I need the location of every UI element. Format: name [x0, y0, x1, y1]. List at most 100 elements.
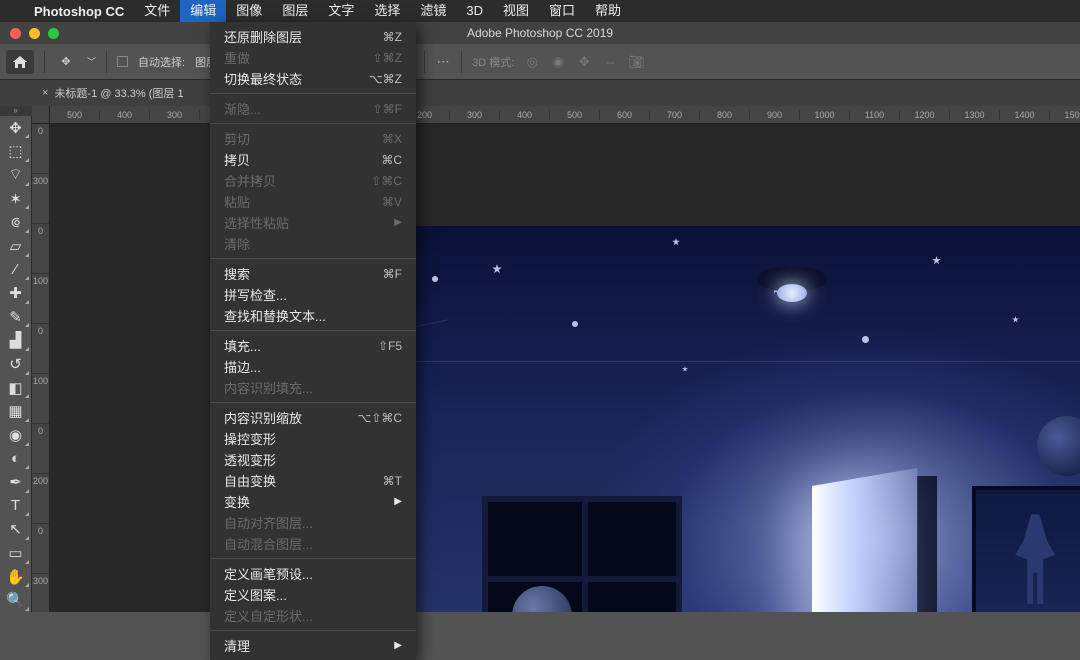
marquee-tool[interactable]: ⬚: [2, 139, 30, 163]
ruler-vertical[interactable]: 030001000100020003000400050006000: [32, 124, 50, 612]
menu-item-label: 拼写检查...: [224, 285, 287, 304]
eyedropper-tool[interactable]: ⁄: [2, 258, 30, 282]
path-select-tool[interactable]: ↖: [2, 517, 30, 541]
dodge-tool[interactable]: ◐: [2, 447, 30, 471]
ruler-horizontal[interactable]: 5004003002001000100200300400500600700800…: [50, 106, 1080, 124]
blur-tool[interactable]: ◉: [2, 423, 30, 447]
frame-tool[interactable]: ▱: [2, 234, 30, 258]
menu-item-剪切: 剪切⌘X: [210, 128, 416, 149]
menu-item-合并拷贝: 合并拷贝⇧⌘C: [210, 170, 416, 191]
menu-item-label: 定义画笔预设...: [224, 564, 313, 583]
shortcut-label: ⇧F5: [378, 339, 402, 353]
window-titlebar: Adobe Photoshop CC 2019: [0, 22, 1080, 44]
brush-tool[interactable]: ✎: [2, 305, 30, 329]
3d-slide-icon[interactable]: ⇔: [602, 54, 618, 70]
divider: [106, 51, 107, 73]
healing-tool[interactable]: ✚: [2, 281, 30, 305]
shortcut-label: ⌘F: [383, 267, 402, 281]
move-tool-icon[interactable]: ✥: [55, 51, 77, 73]
menu-item-label: 描边...: [224, 357, 261, 376]
menu-窗口[interactable]: 窗口: [539, 0, 585, 22]
menu-item-拼写检查[interactable]: 拼写检查...: [210, 284, 416, 305]
zoom-window-button[interactable]: [48, 28, 59, 39]
menu-item-label: 变换: [224, 492, 250, 511]
shortcut-label: ⌥⌘Z: [369, 72, 402, 86]
close-window-button[interactable]: [10, 28, 21, 39]
menu-item-切换最终状态[interactable]: 切换最终状态⌥⌘Z: [210, 68, 416, 89]
menu-item-label: 拷贝: [224, 150, 250, 169]
ruler-origin[interactable]: [32, 106, 50, 124]
hand-tool[interactable]: ✋: [2, 565, 30, 589]
document-tab[interactable]: × 未标题-1 @ 33.3% (图层 1: [34, 80, 192, 106]
crop-tool[interactable]: ⟃: [2, 210, 30, 234]
menu-3D[interactable]: 3D: [456, 0, 493, 22]
close-tab-icon[interactable]: ×: [42, 87, 48, 99]
menu-item-变换[interactable]: 变换▶: [210, 491, 416, 512]
3d-mode-label: 3D 模式:: [472, 54, 514, 70]
menu-滤镜[interactable]: 滤镜: [410, 0, 456, 22]
auto-select-checkbox[interactable]: [117, 56, 128, 67]
menu-item-搜索[interactable]: 搜索⌘F: [210, 263, 416, 284]
menu-item-label: 定义图案...: [224, 585, 287, 604]
minimize-window-button[interactable]: [29, 28, 40, 39]
menu-item-label: 选择性粘贴: [224, 213, 289, 232]
menu-item-定义画笔预设[interactable]: 定义画笔预设...: [210, 563, 416, 584]
menu-文字[interactable]: 文字: [318, 0, 364, 22]
menu-编辑[interactable]: 编辑: [180, 0, 226, 22]
menu-item-拷贝[interactable]: 拷贝 ⌘C: [210, 149, 416, 170]
menu-item-填充[interactable]: 填充...⇧F5: [210, 335, 416, 356]
menu-item-label: 重做: [224, 48, 250, 67]
app-name[interactable]: Photoshop CC: [24, 4, 134, 19]
move-tool[interactable]: ✥: [2, 116, 30, 140]
menu-item-还原删除图层[interactable]: 还原删除图层⌘Z: [210, 26, 416, 47]
history-brush-tool[interactable]: ↺: [2, 352, 30, 376]
shortcut-label: ⌘V: [382, 195, 402, 209]
zoom-tool[interactable]: 🔍: [2, 588, 30, 612]
menu-item-label: 还原删除图层: [224, 27, 302, 46]
menu-文件[interactable]: 文件: [134, 0, 180, 22]
menu-item-操控变形[interactable]: 操控变形: [210, 428, 416, 449]
menu-图层[interactable]: 图层: [272, 0, 318, 22]
3d-camera-icon[interactable]: 📷︎: [628, 54, 644, 70]
menu-选择[interactable]: 选择: [364, 0, 410, 22]
menu-item-label: 自由变换: [224, 471, 276, 490]
edit-menu-dropdown: 还原删除图层⌘Z重做⇧⌘Z切换最终状态⌥⌘Z渐隐...⇧⌘F剪切⌘X拷贝⌘C合并…: [210, 22, 416, 660]
menu-item-粘贴: 粘贴 ⌘V: [210, 191, 416, 212]
traffic-lights: [0, 28, 59, 39]
quick-select-tool[interactable]: ✶: [2, 187, 30, 211]
tool-preset-dropdown[interactable]: ﹀: [87, 55, 96, 68]
menu-item-label: 内容识别缩放: [224, 408, 302, 427]
menu-item-label: 粘贴: [224, 192, 250, 211]
lasso-tool[interactable]: ⌔: [2, 163, 30, 187]
menu-item-透视变形[interactable]: 透视变形: [210, 449, 416, 470]
shortcut-label: ⌘X: [382, 132, 402, 146]
menu-item-自由变换[interactable]: 自由变换⌘T: [210, 470, 416, 491]
menu-item-查找和替换文本[interactable]: 查找和替换文本...: [210, 305, 416, 326]
menu-item-描边[interactable]: 描边...: [210, 356, 416, 377]
shape-tool[interactable]: ▭: [2, 541, 30, 565]
menu-图像[interactable]: 图像: [226, 0, 272, 22]
divider: [461, 51, 462, 73]
shortcut-label: ⌘C: [381, 153, 402, 167]
menu-item-清理[interactable]: 清理▶: [210, 635, 416, 656]
3d-pan-icon[interactable]: ✥: [576, 54, 592, 70]
mac-menubar: Photoshop CC 文件编辑图像图层文字选择滤镜3D视图窗口帮助: [0, 0, 1080, 22]
menu-item-内容识别填充: 内容识别填充...: [210, 377, 416, 398]
home-button[interactable]: [6, 50, 34, 74]
window-title: Adobe Photoshop CC 2019: [467, 26, 613, 40]
type-tool[interactable]: T: [2, 494, 30, 518]
menu-item-label: 合并拷贝: [224, 171, 276, 190]
menu-帮助[interactable]: 帮助: [585, 0, 631, 22]
collapse-tools-icon[interactable]: »: [0, 106, 32, 116]
eraser-tool[interactable]: ◧: [2, 376, 30, 400]
gradient-tool[interactable]: ▦: [2, 399, 30, 423]
menu-item-定义图案[interactable]: 定义图案...: [210, 584, 416, 605]
3d-orbit-icon[interactable]: ◎: [524, 54, 540, 70]
canvas-area[interactable]: 5004003002001000100200300400500600700800…: [32, 106, 1080, 612]
3d-roll-icon[interactable]: ◉: [550, 54, 566, 70]
pen-tool[interactable]: ✒: [2, 470, 30, 494]
menu-视图[interactable]: 视图: [493, 0, 539, 22]
more-icon[interactable]: ⋯: [435, 54, 451, 70]
clone-stamp-tool[interactable]: ▟: [2, 328, 30, 352]
menu-item-内容识别缩放[interactable]: 内容识别缩放⌥⇧⌘C: [210, 407, 416, 428]
